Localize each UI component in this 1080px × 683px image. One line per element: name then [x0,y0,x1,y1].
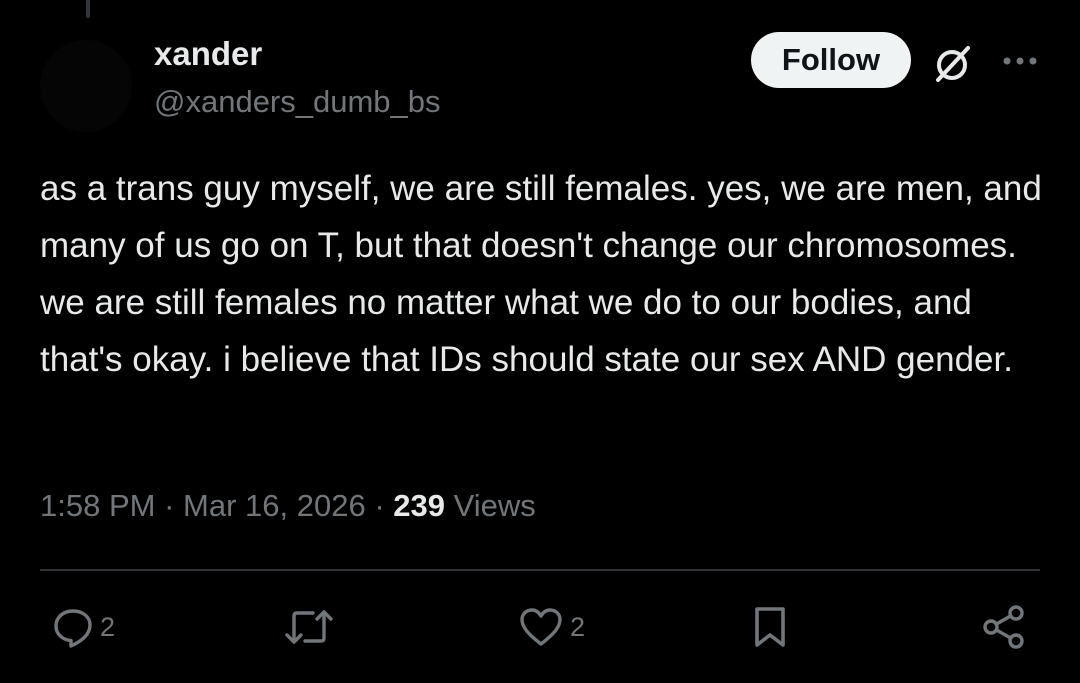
share-button[interactable] [980,602,1028,652]
follow-button[interactable]: Follow [751,32,911,88]
views-label: Views [453,488,536,523]
heart-icon [520,608,562,646]
tweet-time[interactable]: 1:58 PM [40,488,155,523]
more-icon[interactable] [998,46,1042,76]
avatar[interactable] [40,40,132,132]
tweet-text: as a trans guy myself, we are still fema… [40,169,1042,379]
author-handle[interactable]: @xanders_dumb_bs [154,82,441,122]
like-count: 2 [570,612,586,642]
author-display-name[interactable]: xander [154,34,262,74]
views-count: 239 [393,488,446,523]
divider [40,569,1040,571]
meta-separator: · [164,488,175,523]
retweet-button[interactable] [283,602,335,652]
tweet-metadata: 1:58 PM · Mar 16, 2026 · 239 Views [40,484,536,528]
grok-icon[interactable] [928,40,976,88]
tweet-date[interactable]: Mar 16, 2026 [183,488,366,523]
retweet-icon [285,610,333,644]
thread-connector-line [86,0,90,18]
reply-icon [54,609,92,648]
bookmark-icon [755,607,785,647]
reply-count: 2 [100,612,116,642]
bookmark-button[interactable] [750,602,790,652]
share-icon [983,605,1024,649]
reply-button[interactable]: 2 [52,602,115,652]
meta-separator: · [374,488,385,523]
like-button[interactable]: 2 [518,602,585,652]
